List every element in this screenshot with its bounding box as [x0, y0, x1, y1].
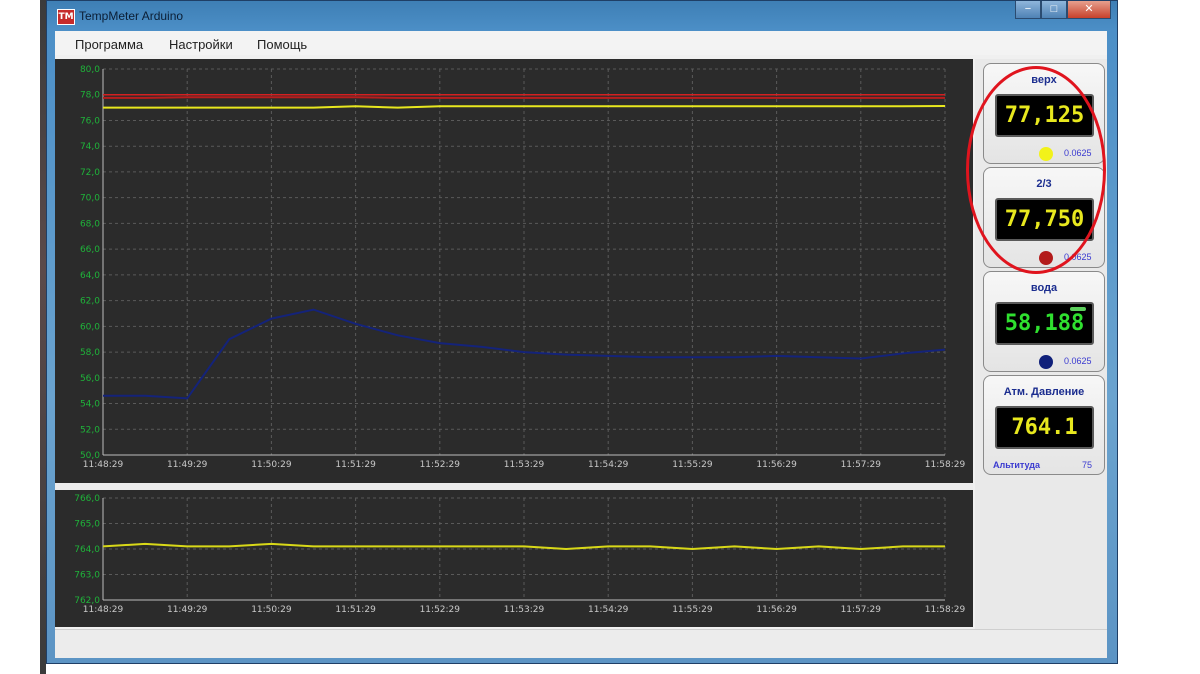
series-color-dot[interactable] [1039, 355, 1053, 369]
client-area: Программа Настройки Помощь 80,0 78,0 76,0 7… [55, 31, 1107, 658]
x-tick-label: 11:53:29 [504, 605, 545, 615]
pressure-value-display: 764.1 [995, 406, 1094, 449]
y-tick-label: 66,0 [80, 245, 100, 255]
app-window: TM TempMeter Arduino − □ ✕ Программа Нас… [46, 0, 1118, 664]
x-tick-label: 11:54:29 [588, 605, 629, 615]
y-tick-label: 58,0 [80, 348, 100, 358]
y-tick-label: 78,0 [80, 91, 100, 101]
altitude-label: Альтитуда [993, 460, 1041, 470]
series-line-1 [103, 96, 945, 99]
sensor-panel: верх 77,125 0.0625 2/3 77,750 0.0625 вод… [975, 59, 1107, 629]
y-tick-label: 80,0 [80, 65, 100, 75]
y-tick-label: 64,0 [80, 271, 100, 281]
y-tick-label: 56,0 [80, 374, 100, 384]
menu-program[interactable]: Программа [75, 37, 143, 52]
sensor-card-top: верх 77,125 0.0625 [983, 63, 1105, 164]
x-tick-label: 11:57:29 [841, 460, 882, 470]
x-tick-label: 11:48:29 [83, 605, 124, 615]
chart-splitter[interactable] [55, 483, 973, 490]
temperature-chart-svg: 80,0 78,0 76,0 74,0 72,0 70,0 68,0 66,0 64,0 62,0… [80, 65, 966, 470]
x-tick-label: 11:50:29 [251, 605, 292, 615]
x-tick-label: 11:52:29 [420, 460, 461, 470]
series-color-dot[interactable] [1039, 251, 1053, 265]
x-tick-label: 11:48:29 [83, 460, 124, 470]
y-tick-label: 70,0 [80, 194, 100, 204]
app-icon: TM [57, 9, 75, 25]
maximize-button[interactable]: □ [1041, 1, 1067, 19]
y-tick-label: 52,0 [80, 425, 100, 435]
x-tick-label: 11:55:29 [672, 460, 713, 470]
sensor-title: верх [1031, 74, 1057, 86]
y-tick-label: 76,0 [80, 116, 100, 126]
series-color-dot[interactable] [1039, 147, 1053, 161]
y-tick-label: 54,0 [80, 400, 100, 410]
pressure-title: Атм. Давление [1003, 386, 1085, 398]
pressure-chart[interactable]: 766,0 765,0 764,0 763,0 762,0 11:48:29 11:49:2… [55, 490, 973, 627]
sensor-title: 2/3 [1036, 178, 1052, 190]
status-bar [55, 629, 1107, 658]
desktop-background [0, 0, 46, 674]
x-tick-label: 11:55:29 [672, 605, 713, 615]
x-tick-label: 11:52:29 [420, 605, 461, 615]
title-bar[interactable]: TM TempMeter Arduino − □ ✕ [47, 1, 1117, 31]
temperature-chart[interactable]: 80,0 78,0 76,0 74,0 72,0 70,0 68,0 66,0 64,0 62,0… [55, 59, 973, 483]
altitude-value: 75 [1082, 460, 1093, 470]
sensor-card-mid: 2/3 77,750 0.0625 [983, 167, 1105, 268]
y-tick-label: 60,0 [80, 322, 100, 332]
y-tick-label: 764,0 [74, 545, 100, 555]
signal-bar [1070, 307, 1086, 311]
y-tick-label: 68,0 [80, 219, 100, 229]
x-tick-label: 11:53:29 [504, 460, 545, 470]
pressure-chart-svg: 766,0765,0764,0763,0762,011:48:29 11:49:2… [74, 494, 966, 615]
x-tick-label: 11:58:29 [925, 605, 966, 615]
minimize-button[interactable]: − [1015, 1, 1041, 19]
sensor-resolution: 0.0625 [1064, 356, 1092, 366]
y-tick-label: 62,0 [80, 297, 100, 307]
x-tick-label: 11:56:29 [756, 460, 797, 470]
menu-help[interactable]: Помощь [257, 37, 307, 52]
sensor-resolution: 0.0625 [1064, 252, 1092, 262]
x-tick-label: 11:50:29 [251, 460, 292, 470]
menu-settings[interactable]: Настройки [169, 37, 233, 52]
y-tick-label: 765,0 [74, 520, 100, 530]
window-title: TempMeter Arduino [79, 9, 184, 23]
sensor-value-display: 77,750 [995, 198, 1094, 241]
y-tick-label: 766,0 [74, 494, 100, 504]
y-tick-label: 74,0 [80, 142, 100, 152]
y-tick-label: 72,0 [80, 168, 100, 178]
sensor-value-display: 77,125 [995, 94, 1094, 137]
x-tick-label: 11:56:29 [756, 605, 797, 615]
menu-bar: Программа Настройки Помощь [55, 31, 1107, 55]
sensor-value-display: 58,188 [995, 302, 1094, 345]
x-tick-label: 11:54:29 [588, 460, 629, 470]
sensor-resolution: 0.0625 [1064, 148, 1092, 158]
sensor-title: вода [1030, 282, 1058, 294]
y-tick-label: 763,0 [74, 571, 100, 581]
x-tick-label: 11:51:29 [335, 605, 376, 615]
close-button[interactable]: ✕ [1067, 1, 1111, 19]
x-tick-label: 11:58:29 [925, 460, 966, 470]
x-tick-label: 11:49:29 [167, 460, 208, 470]
x-tick-label: 11:51:29 [335, 460, 376, 470]
sensor-card-water: вода 58,188 0.0625 [983, 271, 1105, 372]
x-tick-label: 11:57:29 [841, 605, 882, 615]
x-tick-label: 11:49:29 [167, 605, 208, 615]
pressure-card: Атм. Давление 764.1 Альтитуда 75 [983, 375, 1105, 475]
